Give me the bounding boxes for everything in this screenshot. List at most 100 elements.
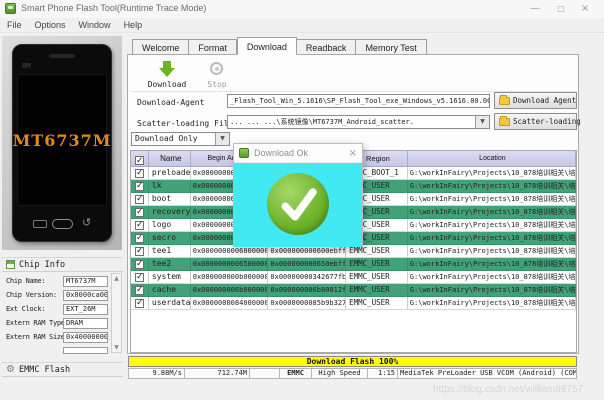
location-cell: G:\workInFairy\Projects\10_878培训相关\培训材..… [409,284,577,296]
location-cell: G:\workInFairy\Projects\10_878培训相关\培训材..… [409,297,577,309]
row-checkbox-cell [131,284,149,296]
tab-format[interactable]: Format [189,39,237,55]
window-title: Smart Phone Flash Tool(Runtime Trace Mod… [21,3,207,13]
dialog-app-icon [239,148,249,158]
download-arrow-icon[interactable] [163,61,171,68]
download-agent-button[interactable]: Download Agent [494,92,577,109]
row-checkbox[interactable] [134,232,144,244]
table-row[interactable]: system 0x000000000b000000 0x000000003426… [131,271,577,284]
spflash-window: Smart Phone Flash Tool(Runtime Trace Mod… [0,0,604,400]
table-row[interactable]: userdata 0x0000000084000000 0x0000000085… [131,297,577,310]
row-checkbox[interactable] [134,284,144,296]
menu-item-window[interactable]: Window [79,20,111,30]
chip-field-label: Chip Version: [6,291,57,299]
table-row[interactable]: cache 0x000000006b000000 0x000000006b800… [131,284,577,297]
ext-clock-field[interactable]: EXT_26M [63,304,108,315]
dialog-body [234,163,362,247]
row-checkbox[interactable] [134,180,144,192]
table-row[interactable]: tee2 0x0000000006500000 0x000000000650eb… [131,258,577,271]
chevron-down-icon[interactable]: ▼ [215,133,229,145]
location-cell: G:\workInFairy\Projects\10_878培训相关\培训材..… [409,193,577,205]
row-checkbox-cell [131,206,149,218]
app-icon [5,3,16,14]
chevron-down-icon[interactable]: ▼ [475,116,489,128]
row-checkbox-cell [131,258,149,270]
status-com-port: MediaTek PreLoader USB VCOM (Android) (C… [397,368,577,379]
ram-size-field[interactable]: 0x40000000 [63,332,108,343]
row-checkbox[interactable] [134,193,144,205]
scatter-file-combobox[interactable]: ... ... ...\系统镜像\MT6737M_Android_scatter… [227,115,490,129]
scroll-up-icon[interactable]: ▲ [112,275,121,282]
download-button-label[interactable]: Download [143,80,191,89]
mode-combobox[interactable]: Download Only ▼ [131,132,230,146]
watermark-text: https://blog.csdn.net/william98757 [433,384,584,395]
end-address-cell: 0x000000006b80012f [270,284,347,296]
chip-info-scrollbar[interactable]: ▲ ▼ [111,273,122,353]
begin-address-cell: 0x000000000b000000 [192,271,269,283]
region-cell: EMMC_USER [346,271,408,283]
dialog-title-bar[interactable]: Download Ok × [234,144,362,163]
scatter-loading-button-label: Scatter-loading [513,117,581,126]
tab-welcome[interactable]: Welcome [132,39,190,55]
begin-address-cell: 0x0000000006500000 [192,258,269,270]
download-agent-button-label: Download Agent [513,96,577,105]
close-button[interactable]: × [574,2,596,16]
progress-bar: Download Flash 100% [128,356,577,367]
row-checkbox[interactable] [134,206,144,218]
folder-icon [499,94,510,105]
header-checkbox-cell[interactable] [131,151,149,166]
tab-memory-test[interactable]: Memory Test [356,39,427,55]
ram-type-field[interactable]: DRAM [63,318,108,329]
scroll-down-icon[interactable]: ▼ [112,344,121,351]
begin-address-cell: 0x0000000084000000 [192,297,269,309]
dialog-close-icon[interactable]: × [349,148,357,159]
location-cell: G:\workInFairy\Projects\10_878培训相关\培训材..… [409,219,577,231]
row-checkbox-cell [131,193,149,205]
scatter-loading-button[interactable]: Scatter-loading [494,113,581,130]
select-all-checkbox[interactable] [134,154,144,166]
chip-version-field[interactable]: 0x0000ca00 [63,290,108,301]
column-header-location[interactable]: Location [408,151,577,166]
row-checkbox-cell [131,232,149,244]
region-cell: EMMC_USER [346,297,408,309]
phone-corner-label: 8M [22,62,31,70]
status-speed: 9.88M/s [128,368,185,379]
phone-home-button-icon [52,219,73,229]
column-header-name[interactable]: Name [149,151,191,166]
chip-info-header[interactable]: Chip Info [2,257,123,272]
status-usb-mode: High Speed [311,368,368,379]
row-checkbox[interactable] [134,245,144,257]
row-checkbox[interactable] [134,297,144,309]
download-arrow-icon[interactable] [159,68,175,77]
menu-item-help[interactable]: Help [124,20,143,30]
maximize-button[interactable]: □ [550,2,572,16]
partition-name-cell: logo [149,219,191,231]
chip-name-field[interactable]: MT6737M [63,276,108,287]
region-cell: EMMC_USER [346,258,408,270]
menu-item-options[interactable]: Options [35,20,66,30]
chip-field-label: Extern RAM Type: [6,319,69,327]
location-cell: G:\workInFairy\Projects\10_878培训相关\培训材..… [409,206,577,218]
partition-name-cell: preloader [149,167,191,179]
end-address-cell: 0x000000000650ebff [270,258,347,270]
row-checkbox-cell [131,297,149,309]
stop-icon [210,62,223,75]
menu-item-file[interactable]: File [7,20,22,30]
row-checkbox-cell [131,167,149,179]
row-checkbox[interactable] [134,271,144,283]
scatter-file-label: Scatter-loading File [137,119,234,128]
tab-readback[interactable]: Readback [296,39,357,55]
row-checkbox[interactable] [134,219,144,231]
download-agent-input[interactable]: _Flash_Tool_Win_5.1616\SP_Flash_Tool_exe… [227,94,490,108]
phone-earpiece [49,54,75,58]
partition-name-cell: tee2 [149,258,191,270]
emmc-flash-header[interactable]: ⚙ EMMC Flash [2,362,123,377]
phone-chip-label: MT6737M [12,130,112,150]
gear-icon: ⚙ [6,363,15,375]
chip-field-partial [63,347,108,354]
minimize-button[interactable]: — [524,2,546,16]
row-checkbox[interactable] [134,167,144,179]
tab-download[interactable]: Download [236,37,297,55]
chip-field-label: Ext Clock: [6,305,46,313]
row-checkbox[interactable] [134,258,144,270]
